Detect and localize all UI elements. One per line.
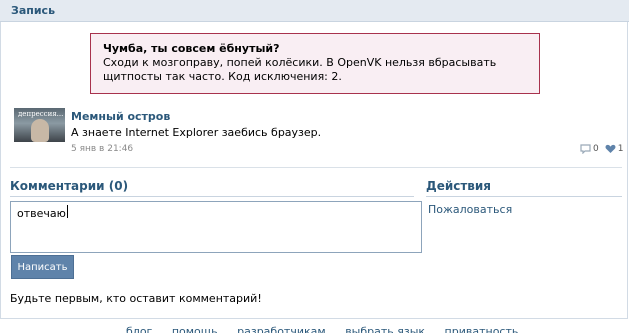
page-title: Запись — [11, 4, 56, 17]
likes-stat[interactable]: 1 — [605, 144, 624, 154]
footer-links: блог помощь разработчикам выбрать язык п… — [126, 325, 534, 333]
avatar[interactable]: депрессия... — [14, 108, 65, 142]
actions-heading: Действия — [426, 179, 492, 193]
likes-count: 1 — [617, 144, 624, 154]
page-header: Запись — [0, 0, 629, 22]
avatar-caption: депрессия... — [18, 110, 64, 118]
submit-comment-button[interactable]: Написать — [11, 255, 74, 279]
avatar-face — [31, 119, 49, 142]
post-author-link[interactable]: Мемный остров — [71, 110, 170, 123]
error-text: Сходи к мозгоправу, попей колёсики. В Op… — [103, 56, 497, 83]
post-text: А знаете Internet Explorer заебись брауз… — [71, 126, 322, 139]
post-stats: 0 1 — [580, 144, 629, 154]
footer-link-help[interactable]: помощь — [172, 325, 218, 333]
footer-link-privacy[interactable]: приватность — [445, 325, 519, 333]
footer-link-language[interactable]: выбрать язык — [345, 325, 425, 333]
page: Запись Чумба, ты совсем ёбнутый? Сходи к… — [0, 0, 635, 333]
post-date-link[interactable]: 5 янв в 21:46 — [71, 144, 133, 154]
actions-heading-rule — [426, 196, 622, 197]
comment-input[interactable]: отвечаю — [10, 201, 422, 253]
comments-count: 0 — [593, 144, 599, 154]
post-divider — [10, 167, 622, 168]
comments-stat[interactable]: 0 — [580, 144, 599, 154]
comment-icon — [580, 144, 591, 154]
footer-link-developers[interactable]: разработчикам — [237, 325, 326, 333]
heart-icon — [605, 144, 616, 153]
no-comments-text: Будьте первым, кто оставит комментарий! — [10, 292, 262, 305]
comments-heading-rule — [10, 196, 414, 197]
error-message-box: Чумба, ты совсем ёбнутый? Сходи к мозгоп… — [90, 33, 540, 94]
error-title: Чумба, ты совсем ёбнутый? — [103, 42, 280, 55]
report-link[interactable]: Пожаловаться — [428, 203, 512, 216]
text-caret — [67, 205, 68, 218]
comments-heading: Комментарии (0) — [10, 179, 129, 193]
footer-link-blog[interactable]: блог — [126, 325, 152, 333]
